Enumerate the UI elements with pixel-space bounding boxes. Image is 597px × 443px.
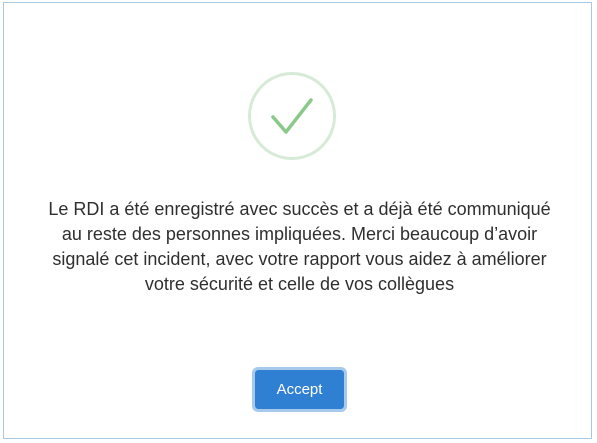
accept-button[interactable]: Accept	[252, 367, 347, 412]
success-dialog: Le RDI a été enregistré avec succès et a…	[3, 2, 592, 439]
success-circle	[248, 72, 336, 160]
success-message: Le RDI a été enregistré avec succès et a…	[48, 199, 551, 294]
checkmark-icon	[271, 98, 313, 134]
